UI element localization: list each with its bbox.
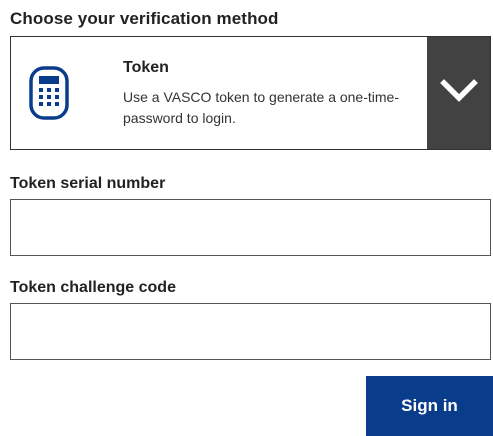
token-serial-input[interactable]: [10, 199, 491, 256]
verification-method-select[interactable]: Token Use a VASCO token to generate a on…: [10, 36, 491, 150]
method-description: Use a VASCO token to generate a one-time…: [123, 89, 399, 126]
token-device-icon: [28, 65, 70, 121]
sign-in-button[interactable]: Sign in: [366, 376, 493, 436]
dropdown-toggle[interactable]: [427, 37, 490, 149]
section-title: Choose your verification method: [10, 9, 279, 28]
method-name: Token: [123, 59, 169, 76]
token-challenge-input[interactable]: [10, 303, 491, 360]
token-serial-label: Token serial number: [10, 175, 166, 192]
chevron-down-icon: [439, 78, 478, 108]
token-challenge-label: Token challenge code: [10, 279, 176, 296]
